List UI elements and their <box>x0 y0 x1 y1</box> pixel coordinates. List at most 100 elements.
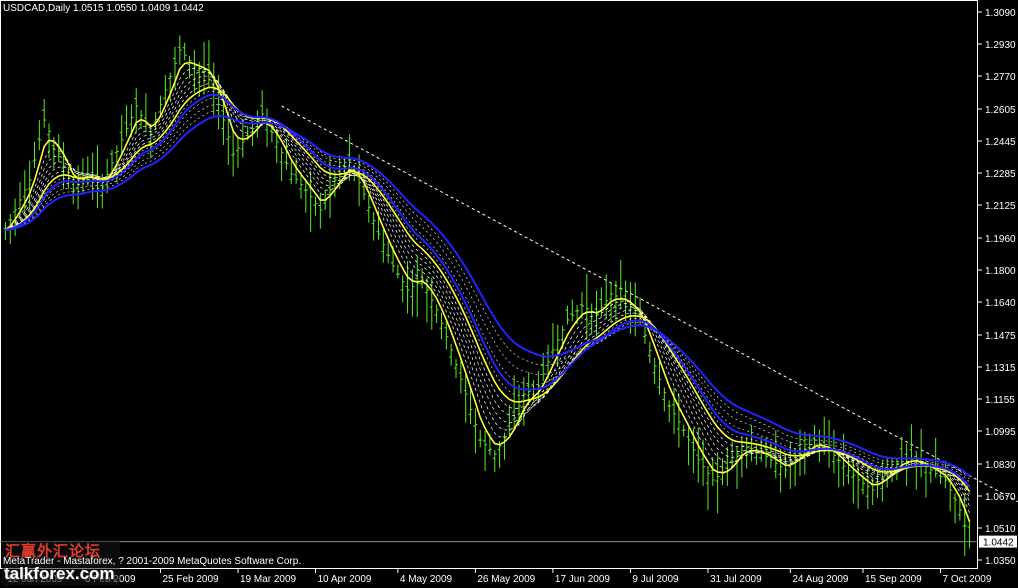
watermark-url: talkforex.com <box>4 564 115 583</box>
y-tick-label: 1.1475 <box>985 331 1016 342</box>
ohlc-bar <box>371 212 376 241</box>
chart-root[interactable]: 1.3090 1.2930 1.2770 1.2605 1.2445 1.2285 1.21… <box>0 0 1018 588</box>
ohlc-bar <box>3 222 8 240</box>
ohlc-bar <box>231 128 236 177</box>
ohlc-bar <box>827 419 832 468</box>
ohlc-bar <box>667 400 672 422</box>
y-tick-label: 1.1640 <box>985 298 1016 309</box>
plot-frame <box>0 0 978 569</box>
ohlc-bar <box>701 439 706 486</box>
ohlc-bar <box>710 456 715 487</box>
ohlc-bar <box>705 465 710 510</box>
ohlc-bar <box>37 120 42 151</box>
ohlc-bar <box>22 170 27 215</box>
ohlc-bar <box>386 240 391 264</box>
ohlc-bar <box>647 341 652 364</box>
y-tick-label: 1.1800 <box>985 266 1016 277</box>
y-tick-label: 1.1155 <box>985 395 1015 406</box>
ohlc-bar <box>715 452 720 514</box>
ohlc-bar <box>836 453 841 488</box>
symbol-ohlc-label: USDCAD,Daily 1.0515 1.0550 1.0409 1.0442 <box>3 3 204 14</box>
y-tick-label: 1.0830 <box>985 460 1016 471</box>
y-tick-label: 1.1960 <box>985 234 1016 245</box>
ohlc-bar <box>415 255 420 317</box>
ohlc-bar <box>914 450 919 490</box>
ohlc-bar <box>919 428 924 478</box>
x-tick-label: 7 Oct 2009 <box>943 574 992 585</box>
price-chart[interactable]: 1.3090 1.2930 1.2770 1.2605 1.2445 1.2285 1.21… <box>0 0 1018 588</box>
x-tick-label: 26 May 2009 <box>477 574 535 585</box>
ohlc-bar <box>473 408 478 454</box>
ohlc-bar <box>686 427 691 466</box>
ohlc-bar <box>492 449 497 473</box>
x-tick-label: 9 Jul 2009 <box>632 574 679 585</box>
x-tick-label: 15 Sep 2009 <box>865 574 922 585</box>
y-tick-label: 1.2770 <box>985 72 1016 83</box>
slow-ma-line <box>5 93 971 488</box>
y-tick-label: 1.3090 <box>985 8 1016 19</box>
ohlc-bar <box>449 343 454 366</box>
ohlc-bar <box>182 42 187 61</box>
ohlc-bar <box>177 35 182 65</box>
y-tick-label: 1.0350 <box>985 556 1016 567</box>
slow-ma-line <box>5 114 971 477</box>
ohlc-bar <box>604 274 609 319</box>
ohlc-bar <box>681 424 686 437</box>
ohlc-bar <box>565 305 570 325</box>
ohlc-bar <box>434 304 439 324</box>
x-tick-label: 17 Jun 2009 <box>555 574 610 585</box>
ohlc-bar <box>662 387 667 412</box>
ohlc-bar <box>555 324 560 367</box>
ohlc-bar <box>720 457 725 486</box>
ohlc-bar <box>696 427 701 483</box>
ohlc-bar <box>584 273 589 340</box>
ohlc-bar <box>536 371 541 404</box>
ohlc-bar <box>676 393 681 448</box>
ohlc-bar <box>953 493 958 524</box>
ma-dashed-line <box>5 71 970 507</box>
ohlc-bar <box>381 229 386 263</box>
ohlc-bar <box>967 520 972 549</box>
current-price-label: 1.0442 <box>983 538 1014 549</box>
ohlc-bar <box>313 196 318 216</box>
ohlc-bar <box>570 299 575 322</box>
ohlc-bar <box>865 468 870 510</box>
ohlc-bar <box>405 261 410 314</box>
x-tick-label: 31 Jul 2009 <box>710 574 762 585</box>
ma-dashed-line <box>5 79 970 498</box>
ohlc-bar <box>27 160 32 209</box>
ohlc-bar <box>80 158 85 194</box>
ohlc-bar <box>589 303 594 335</box>
ohlc-bar <box>735 446 740 489</box>
x-tick-label: 10 Apr 2009 <box>318 574 372 585</box>
y-tick-label: 1.0510 <box>985 524 1016 535</box>
copyright-notice: MetaTrader - Mastaforex, ? 2001-2009 Met… <box>3 556 302 567</box>
ohlc-bar <box>119 115 124 155</box>
ohlc-bar <box>594 290 599 337</box>
ohlc-bar <box>899 436 904 466</box>
ohlc-bar <box>400 275 405 303</box>
ohlc-bar <box>463 374 468 423</box>
ohlc-bar <box>933 437 938 478</box>
ohlc-bar <box>124 105 129 137</box>
ohlc-bar <box>366 195 371 223</box>
ohlc-bar <box>478 429 483 448</box>
ohlc-bar <box>439 312 444 340</box>
ohlc-bar <box>332 171 337 198</box>
y-tick-label: 1.0995 <box>985 427 1016 438</box>
ohlc-bar <box>235 137 240 168</box>
ohlc-bar <box>303 179 308 213</box>
y-tick-label: 1.2285 <box>985 169 1016 180</box>
ohlc-bar <box>483 430 488 472</box>
ohlc-bar <box>192 49 197 93</box>
y-tick-label: 1.2125 <box>985 201 1016 212</box>
ohlc-bar <box>962 493 967 557</box>
y-tick-label: 1.2930 <box>985 40 1016 51</box>
ohlc-bar <box>444 321 449 350</box>
ohlc-bar <box>420 268 425 289</box>
trendline <box>281 105 1018 503</box>
ohlc-bar <box>725 447 730 486</box>
ohlc-bar <box>798 429 803 477</box>
y-tick-label: 1.2445 <box>985 137 1016 148</box>
ohlc-bar <box>793 448 798 487</box>
